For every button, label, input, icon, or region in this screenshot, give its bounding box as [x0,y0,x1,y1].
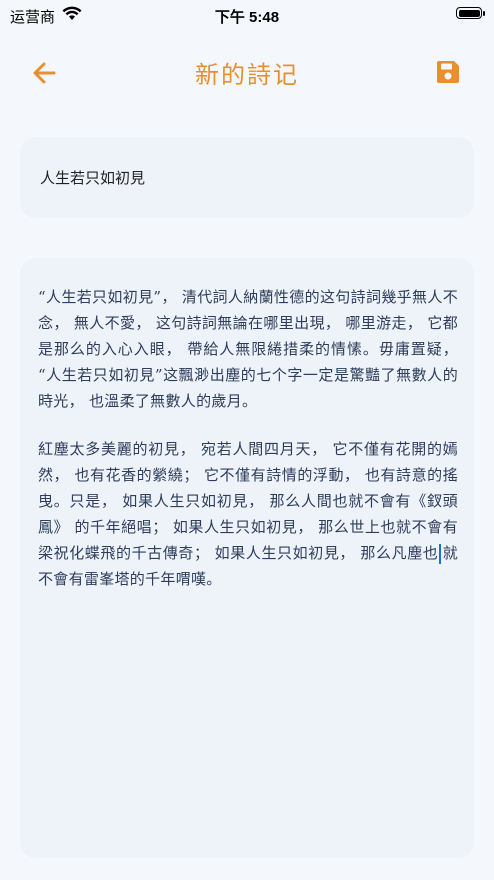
poem-title-input[interactable] [38,167,456,188]
poem-body-editor[interactable]: “人生若只如初見”， 清代詞人納蘭性德的这句詩詞幾乎無人不念， 無人不愛， 这句… [20,258,474,858]
body-paragraph-2-start: 紅塵太多美麗的初見， 宛若人間四月天， 它不僅有花開的嫣然， 也有花香的縈繞； … [38,440,458,562]
battery-icon [456,7,485,19]
battery-fill [458,9,480,17]
poem-body-text[interactable]: “人生若只如初見”， 清代詞人納蘭性德的这句詩詞幾乎無人不念， 無人不愛， 这句… [38,284,458,592]
body-paragraph-2: 紅塵太多美麗的初見， 宛若人間四月天， 它不僅有花開的嫣然， 也有花香的縈繞； … [38,436,458,592]
nav-bar: 新的詩记 [0,50,494,94]
page-title: 新的詩记 [195,61,299,89]
body-paragraph-1: “人生若只如初見”， 清代詞人納蘭性德的这句詩詞幾乎無人不念， 無人不愛， 这句… [38,288,458,410]
save-button[interactable] [434,58,462,86]
status-time: 下午 5:48 [214,9,280,26]
battery-cap [483,11,485,16]
poem-title-field[interactable] [20,137,474,218]
status-bar: 运营商 下午 5:48 [0,0,494,30]
floppy-disk-icon [437,61,459,83]
